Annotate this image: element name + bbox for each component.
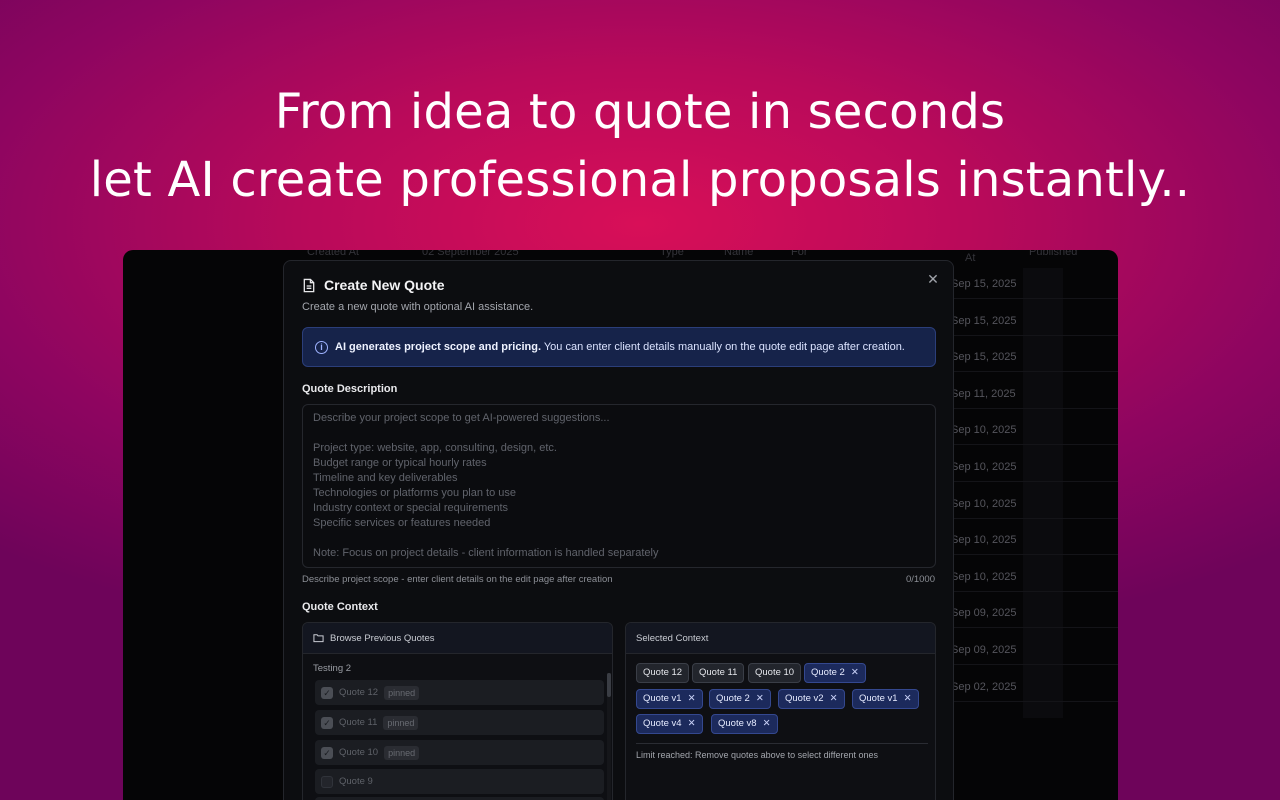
bg-row-divider <box>951 554 1118 556</box>
remove-chip-icon[interactable]: ✕ <box>688 718 696 729</box>
limit-reached-text: Limit reached: Remove quotes above to se… <box>636 750 878 760</box>
pinned-badge: pinned <box>383 715 419 730</box>
context-chip[interactable]: Quote 10 <box>748 663 802 683</box>
bg-date-cell: Sep 10, 2025 <box>951 570 1017 583</box>
character-counter: 0/1000 <box>905 574 935 585</box>
bg-row-divider <box>951 700 1118 702</box>
bg-row-divider <box>951 517 1118 519</box>
remove-chip-icon[interactable]: ✕ <box>851 667 859 678</box>
bg-header-name: Name <box>724 250 754 258</box>
document-icon <box>303 278 315 292</box>
ai-info-banner: i AI generates project scope and pricing… <box>302 327 936 367</box>
close-icon[interactable]: ✕ <box>925 271 941 287</box>
info-strong-text: AI generates project scope and pricing. <box>335 341 541 353</box>
bg-row-divider <box>951 407 1118 409</box>
quote-context-label: Quote Context <box>302 601 378 613</box>
context-chip-removable[interactable]: Quote v2 ✕ <box>778 689 845 709</box>
bg-header-at: At <box>965 252 976 264</box>
quote-list-item[interactable]: ✓ Quote 10 pinned <box>315 740 604 765</box>
bg-row-divider <box>951 298 1118 299</box>
remove-chip-icon[interactable]: ✕ <box>830 693 838 704</box>
context-chip-removable[interactable]: Quote 2 ✕ <box>709 689 771 709</box>
context-chip[interactable]: Quote 12 <box>636 663 690 683</box>
hero-line-2: let AI create professional proposals ins… <box>89 152 1191 208</box>
bg-row-divider <box>951 627 1118 629</box>
context-chip-removable[interactable]: Quote v8 ✕ <box>711 714 778 734</box>
bg-row-divider <box>951 371 1118 373</box>
browse-panel-header: Browse Previous Quotes <box>303 623 612 654</box>
selected-divider <box>636 743 928 744</box>
remove-chip-icon[interactable]: ✕ <box>688 693 696 704</box>
bg-header-type: Type <box>660 250 684 258</box>
modal-title: Create New Quote <box>324 277 445 293</box>
bg-header-created-value: 02 September 2025 <box>422 250 519 258</box>
quote-list-item[interactable]: ✓ Quote 11 pinned <box>315 710 604 735</box>
info-icon: i <box>315 340 328 354</box>
bg-date-cell: Sep 15, 2025 <box>951 314 1017 327</box>
bg-date-cell: Sep 10, 2025 <box>951 534 1017 547</box>
quote-item-name: Quote 10 <box>339 747 379 758</box>
context-chip-removable[interactable]: Quote v1 ✕ <box>852 689 919 709</box>
bg-date-cell: Sep 09, 2025 <box>951 607 1017 620</box>
context-chip-removable[interactable]: Quote v1 ✕ <box>636 689 703 709</box>
bg-row-divider <box>951 334 1118 336</box>
context-chip[interactable]: Quote 11 <box>692 663 745 683</box>
description-helper-text: Describe project scope - enter client de… <box>302 574 613 585</box>
checkbox-checked-icon[interactable]: ✓ <box>321 686 333 699</box>
bg-row-divider <box>951 590 1118 592</box>
bg-row-divider <box>951 481 1118 482</box>
pinned-badge: pinned <box>384 745 420 760</box>
app-window: Created At 02 September 2025 Type Name F… <box>123 250 1118 800</box>
bg-header-for: For <box>791 250 808 258</box>
pinned-badge: pinned <box>384 685 420 700</box>
bg-header-published: Published <box>1029 250 1078 258</box>
bg-header-created-at: Created At <box>307 250 359 258</box>
create-quote-modal: ✕ Create New Quote Create a new quote wi… <box>283 260 954 800</box>
modal-title-row: Create New Quote <box>302 277 445 293</box>
quote-list-item[interactable]: Quote 9 <box>315 769 604 794</box>
bg-date-cell: Sep 10, 2025 <box>951 497 1017 510</box>
checkbox-checked-icon[interactable]: ✓ <box>321 746 333 759</box>
bg-date-cell: Sep 02, 2025 <box>951 680 1017 693</box>
browse-panel-title: Browse Previous Quotes <box>330 632 435 644</box>
quote-item-name: Quote 9 <box>339 776 373 787</box>
list-scrollbar-thumb[interactable] <box>607 673 611 697</box>
quote-list-item[interactable]: ✓ Quote 12 pinned <box>315 680 604 705</box>
folder-icon <box>313 634 324 643</box>
checkbox-checked-icon[interactable]: ✓ <box>321 716 333 729</box>
remove-chip-icon[interactable]: ✕ <box>904 693 912 704</box>
bg-date-cell: Sep 15, 2025 <box>951 278 1017 290</box>
quote-group-label: Testing 2 <box>313 663 352 674</box>
selected-panel-title: Selected Context <box>636 632 709 644</box>
hero-heading: From idea to quote in seconds let AI cre… <box>0 78 1280 214</box>
checkbox-unchecked-icon[interactable] <box>321 775 333 788</box>
remove-chip-icon[interactable]: ✕ <box>756 693 764 704</box>
bg-date-cell: Sep 09, 2025 <box>951 644 1017 656</box>
quote-description-label: Quote Description <box>302 383 398 395</box>
selected-panel-header: Selected Context <box>626 623 935 654</box>
context-chip-removable[interactable]: Quote 2 ✕ <box>804 663 866 683</box>
info-text: You can enter client details manually on… <box>543 341 905 353</box>
bg-row-divider <box>951 664 1118 665</box>
bg-date-cell: Sep 15, 2025 <box>951 351 1017 364</box>
quote-description-textarea[interactable]: Describe your project scope to get AI-po… <box>302 404 936 568</box>
remove-chip-icon[interactable]: ✕ <box>763 718 771 729</box>
bg-row-divider <box>951 444 1118 446</box>
context-chip-removable[interactable]: Quote v4 ✕ <box>636 714 703 734</box>
bg-date-cell: Sep 11, 2025 <box>951 387 1016 400</box>
hero-line-1: From idea to quote in seconds <box>274 84 1006 140</box>
selected-context-panel: Selected Context Quote 12 Quote 11 Quote… <box>625 622 936 800</box>
modal-subtitle: Create a new quote with optional AI assi… <box>302 301 534 313</box>
browse-quotes-panel: Browse Previous Quotes Testing 2 ✓ Quote… <box>302 622 613 800</box>
quote-item-name: Quote 12 <box>339 687 379 698</box>
quote-item-name: Quote 11 <box>339 717 378 728</box>
bg-date-cell: Sep 10, 2025 <box>951 461 1017 473</box>
bg-date-cell: Sep 10, 2025 <box>951 424 1017 437</box>
